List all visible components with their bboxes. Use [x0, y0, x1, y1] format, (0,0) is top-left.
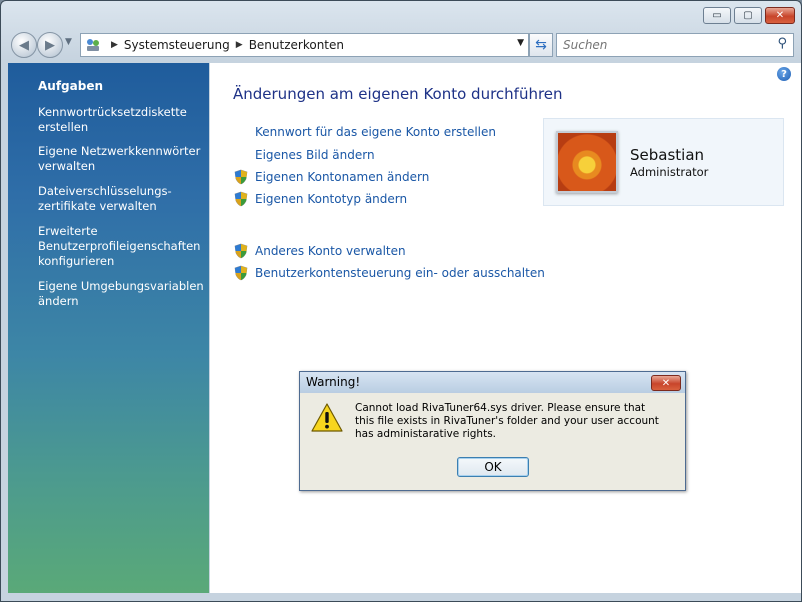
warning-dialog: Warning! ✕ Cannot load RivaTuner64.sys d… — [299, 371, 686, 491]
task-sidebar: Aufgaben Kennwortrücksetzdiskette erstel… — [8, 63, 209, 593]
dialog-close-button[interactable]: ✕ — [651, 375, 681, 391]
minimize-button[interactable]: ▭ — [703, 7, 731, 24]
control-panel-icon — [87, 39, 99, 51]
arrow-left-icon: ◀ — [19, 37, 29, 53]
uac-shield-icon — [234, 191, 248, 207]
window-caption-buttons: ▭ ▢ ✕ — [703, 7, 795, 24]
sidebar-task-network-passwords[interactable]: Eigene Netzwerkkennwörter verwalten — [38, 144, 208, 174]
help-icon[interactable]: ? — [777, 67, 791, 81]
sidebar-task-encryption-certificates[interactable]: Dateiverschlüsselungs-zertifikate verwal… — [38, 184, 208, 214]
back-button[interactable]: ◀ — [11, 32, 37, 58]
ok-button[interactable]: OK — [457, 457, 529, 477]
arrow-right-icon: ▶ — [45, 37, 55, 53]
user-role: Administrator — [630, 165, 709, 179]
page-title: Änderungen am eigenen Konto durchführen — [233, 85, 563, 103]
link-change-account-name[interactable]: Eigenen Kontonamen ändern — [255, 170, 429, 184]
link-toggle-uac[interactable]: Benutzerkontensteuerung ein- oder aussch… — [255, 266, 545, 280]
navigation-bar: ◀ ▶ ▼ ▶ Systemsteuerung ▶ Benutzerkonten… — [9, 31, 795, 59]
dialog-title: Warning! — [306, 375, 361, 389]
user-avatar — [556, 131, 618, 193]
uac-shield-icon — [234, 169, 248, 185]
dialog-body: Cannot load RivaTuner64.sys driver. Plea… — [305, 394, 678, 484]
breadcrumb-separator-icon: ▶ — [111, 40, 118, 50]
link-manage-other-account[interactable]: Anderes Konto verwalten — [255, 244, 406, 258]
user-name: Sebastian — [630, 146, 705, 164]
breadcrumb-separator-icon: ▶ — [235, 40, 243, 50]
dialog-titlebar[interactable]: Warning! ✕ — [300, 372, 685, 393]
breadcrumb-benutzerkonten[interactable]: Benutzerkonten — [249, 38, 344, 52]
forward-button[interactable]: ▶ — [37, 32, 63, 58]
warning-icon — [311, 403, 343, 432]
link-create-password[interactable]: Kennwort für das eigene Konto erstellen — [255, 125, 496, 139]
search-box: ⚲ — [556, 33, 794, 57]
maximize-button[interactable]: ▢ — [734, 7, 762, 24]
search-icon[interactable]: ⚲ — [777, 36, 787, 51]
link-change-account-type[interactable]: Eigenen Kontotyp ändern — [255, 192, 407, 206]
address-dropdown-icon[interactable]: ▼ — [517, 38, 524, 48]
sidebar-task-environment-variables[interactable]: Eigene Umgebungsvariablen ändern — [38, 279, 208, 309]
breadcrumb-systemsteuerung[interactable]: Systemsteuerung — [124, 38, 230, 52]
control-panel-window: ▭ ▢ ✕ ◀ ▶ ▼ ▶ Systemsteuerung ▶ Benutzer… — [0, 0, 802, 602]
refresh-button[interactable]: ⇆ — [529, 33, 553, 57]
recent-pages-dropdown[interactable]: ▼ — [65, 37, 72, 47]
search-input[interactable] — [557, 35, 763, 55]
uac-shield-icon — [234, 265, 248, 281]
uac-shield-icon — [234, 243, 248, 259]
address-bar[interactable]: ▶ Systemsteuerung ▶ Benutzerkonten ▼ — [80, 33, 529, 57]
dialog-message: Cannot load RivaTuner64.sys driver. Plea… — [355, 402, 659, 440]
sidebar-heading: Aufgaben — [38, 79, 104, 93]
close-button[interactable]: ✕ — [765, 7, 795, 24]
refresh-icon: ⇆ — [535, 37, 547, 53]
link-change-picture[interactable]: Eigenes Bild ändern — [255, 148, 375, 162]
user-account-card: Sebastian Administrator — [543, 118, 784, 206]
main-content: ? Änderungen am eigenen Konto durchführe… — [210, 63, 801, 593]
sidebar-task-password-reset-disk[interactable]: Kennwortrücksetzdiskette erstellen — [38, 105, 208, 135]
sidebar-task-profile-properties[interactable]: Erweiterte Benutzerprofileigenschaften k… — [38, 224, 208, 269]
